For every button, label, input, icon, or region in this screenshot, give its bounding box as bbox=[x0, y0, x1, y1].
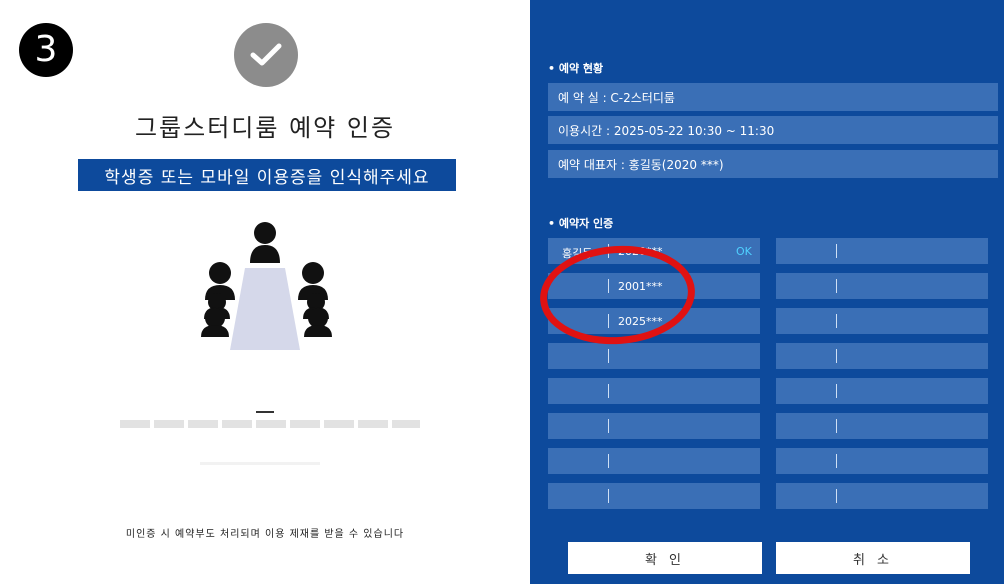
representative-info: 예약 대표자 : 홍길동(2020 ***) bbox=[548, 150, 998, 178]
reserver-cell bbox=[776, 378, 988, 404]
reserver-cell bbox=[776, 413, 988, 439]
cell-separator bbox=[836, 244, 837, 258]
section-title-auth: • 예약자 인증 bbox=[548, 217, 614, 230]
reserver-cell bbox=[548, 483, 760, 509]
reserver-cell bbox=[776, 238, 988, 264]
divider bbox=[256, 411, 274, 413]
reserver-cell bbox=[548, 413, 760, 439]
meeting-people-icon bbox=[201, 222, 332, 350]
scan-instruction: 학생증 또는 모바일 이용증을 인식해주세요 bbox=[78, 159, 456, 191]
reserver-cell bbox=[548, 378, 760, 404]
page-title: 그룹스터디룸 예약 인증 bbox=[134, 114, 396, 142]
faint-text-line-2 bbox=[200, 462, 320, 465]
check-icon bbox=[234, 23, 298, 87]
auth-panel: 3 그룹스터디룸 예약 인증 학생증 또는 모바일 이용증을 인식해주세요 미인… bbox=[0, 0, 530, 584]
time-info: 이용시간 : 2025-05-22 10:30 ~ 11:30 bbox=[548, 116, 998, 144]
cell-separator bbox=[608, 489, 609, 503]
cell-separator bbox=[608, 419, 609, 433]
cell-separator bbox=[836, 349, 837, 363]
reserver-cell bbox=[548, 448, 760, 474]
reserver-cell bbox=[548, 343, 760, 369]
cell-separator bbox=[836, 279, 837, 293]
step-badge: 3 bbox=[19, 23, 73, 77]
faint-text-line bbox=[120, 420, 420, 428]
cell-separator bbox=[836, 454, 837, 468]
cell-separator bbox=[836, 384, 837, 398]
reserver-cell bbox=[776, 448, 988, 474]
cell-separator bbox=[836, 489, 837, 503]
auth-ok-status: OK bbox=[736, 245, 752, 258]
cell-separator bbox=[608, 454, 609, 468]
cell-separator bbox=[836, 419, 837, 433]
penalty-notice: 미인증 시 예약부도 처리되며 이용 제재를 받을 수 있습니다 bbox=[125, 529, 405, 540]
reserver-cell bbox=[776, 483, 988, 509]
cancel-button[interactable]: 취 소 bbox=[776, 542, 970, 574]
cell-separator bbox=[836, 314, 837, 328]
reserver-cell bbox=[776, 273, 988, 299]
confirm-button[interactable]: 확 인 bbox=[568, 542, 762, 574]
reserver-cell bbox=[776, 308, 988, 334]
section-title-status: • 예약 현황 bbox=[548, 62, 604, 75]
cell-separator bbox=[608, 384, 609, 398]
cell-separator bbox=[608, 349, 609, 363]
room-info: 예 약 실 : C-2스터디룸 bbox=[548, 83, 998, 111]
reserver-cell bbox=[776, 343, 988, 369]
